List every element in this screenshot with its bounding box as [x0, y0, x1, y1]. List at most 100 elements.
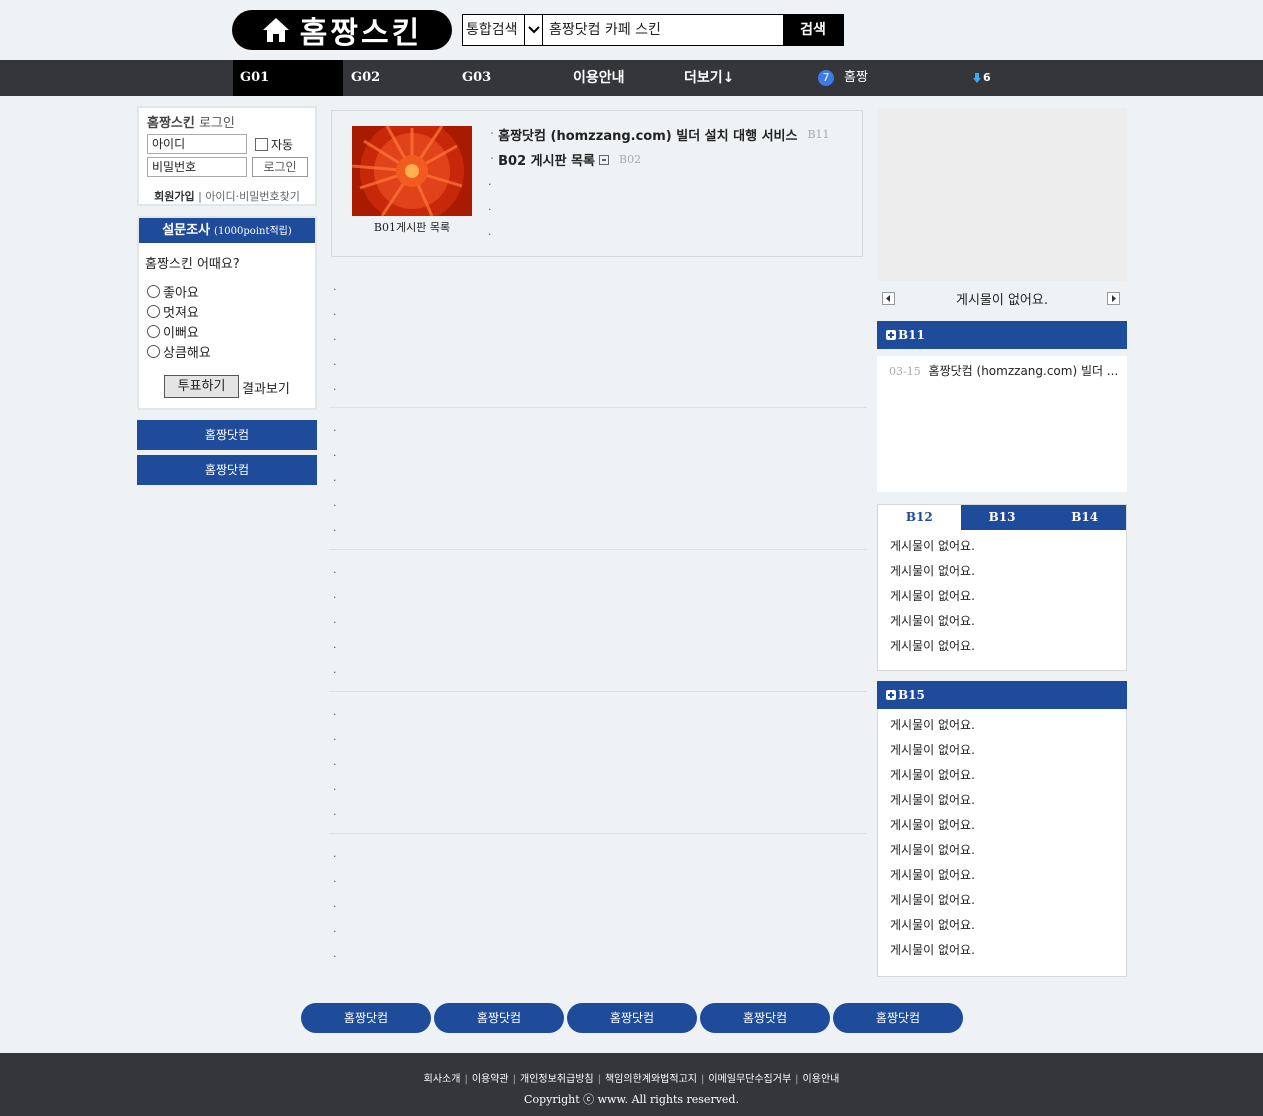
survey-option[interactable]: 이뻐요 [147, 322, 199, 341]
chevron-down-icon [527, 26, 540, 34]
checkbox-icon [255, 138, 268, 151]
site-logo[interactable]: 홈짱스킨 [232, 10, 452, 51]
arrow-down-icon [973, 73, 981, 83]
board-b15-header[interactable]: B15 [877, 681, 1127, 709]
find-account-link[interactable]: 아이디·비밀번호찾기 [205, 190, 300, 203]
nav-home-link[interactable]: 7 홈짱 [818, 60, 868, 96]
footer-link[interactable]: 이용약관 [472, 1074, 509, 1085]
nav-item-g01[interactable]: G01 [233, 60, 343, 96]
bottom-link-button[interactable]: 홈짱닷컴 [833, 1003, 963, 1033]
footer-link[interactable]: 이용안내 [803, 1074, 840, 1085]
radio-icon [147, 345, 160, 358]
bottom-link-button[interactable]: 홈짱닷컴 [301, 1003, 431, 1033]
center-board-block: ..... [329, 268, 867, 408]
post-title: 홈짱닷컴 (homzzang.com) 빌더 ... [928, 364, 1119, 378]
home-link-label: 홈짱 [844, 70, 868, 85]
list-item: 게시물이 없어요. [890, 843, 975, 857]
main-nav: G01 G02 G03 이용안내 더보기↓ 7 홈짱 6 [0, 60, 1263, 96]
image-slider [877, 108, 1127, 281]
id-field[interactable]: 아이디 [147, 134, 247, 154]
tab-b14[interactable]: B14 [1043, 505, 1127, 530]
featured-panel: B01게시판 목록 · 홈짱닷컴 (homzzang.com) 빌더 설치 대행… [331, 110, 863, 257]
empty-list-item: . [333, 330, 337, 343]
footer-link[interactable]: 책임의한계와법적고지 [605, 1074, 697, 1085]
survey-option[interactable]: 좋아요 [147, 282, 199, 301]
flower-thumbnail[interactable] [352, 126, 472, 216]
left-link-button[interactable]: 홈짱닷컴 [137, 420, 317, 450]
board-b15-list: 게시물이 없어요. 게시물이 없어요. 게시물이 없어요. 게시물이 없어요. … [878, 709, 1126, 963]
board-b11-header[interactable]: B11 [877, 321, 1127, 349]
empty-list-item: . [333, 897, 337, 910]
empty-list-item: . [333, 705, 337, 718]
footer-link[interactable]: 이메일무단수집거부 [708, 1074, 791, 1085]
survey-results-link[interactable]: 결과보기 [242, 378, 290, 397]
survey-box: 설문조사 (1000point적립) 홈짱스킨 어때요? 좋아요 멋져요 이뻐요 … [137, 216, 317, 410]
center-board-block: ..... [329, 409, 867, 550]
list-icon [599, 154, 609, 165]
featured-post[interactable]: · 홈짱닷컴 (homzzang.com) 빌더 설치 대행 서비스 B11 [490, 125, 830, 144]
login-button[interactable]: 로그인 [252, 157, 308, 177]
bottom-link-button[interactable]: 홈짱닷컴 [567, 1003, 697, 1033]
board-b11-list: 03-15 홈짱닷컴 (homzzang.com) 빌더 ... [877, 356, 1127, 492]
empty-list-item: . [333, 847, 337, 860]
tab-b12[interactable]: B12 [878, 505, 961, 530]
link-separator: | [198, 190, 202, 203]
login-links: 회원가입 | 아이디·비밀번호찾기 [139, 188, 315, 204]
vote-button[interactable]: 투표하기 [164, 375, 239, 398]
nav-item-more[interactable]: 더보기↓ [684, 60, 734, 96]
featured-post-title: 홈짱닷컴 (homzzang.com) 빌더 설치 대행 서비스 [498, 129, 798, 144]
board-b11-title: B11 [898, 328, 925, 342]
survey-header: 설문조사 (1000point적립) [139, 218, 315, 243]
left-link-button[interactable]: 홈짱닷컴 [137, 455, 317, 485]
nav-item-g02[interactable]: G02 [351, 60, 380, 96]
auto-login-checkbox[interactable]: 자동 [255, 136, 293, 153]
empty-list-item: . [333, 563, 337, 576]
empty-list-item: . [333, 613, 337, 626]
empty-list-item: . [333, 947, 337, 960]
list-item[interactable]: 03-15 홈짱닷컴 (homzzang.com) 빌더 ... [889, 362, 1127, 379]
empty-list-item: . [333, 922, 337, 935]
empty-list-item: . [333, 730, 337, 743]
search-scope-dropdown[interactable] [525, 15, 543, 45]
thumbnail-caption[interactable]: B01게시판 목록 [352, 219, 472, 235]
download-counter[interactable]: 6 [973, 60, 991, 96]
list-item: 게시물이 없어요. [890, 793, 975, 807]
nav-item-g03[interactable]: G03 [462, 60, 491, 96]
footer: 회사소개 | 이용약관 | 개인정보취급방침 | 책임의한계와법적고지 | 이메일무단수집거부 |… [0, 1053, 1263, 1116]
survey-option[interactable]: 멋져요 [147, 302, 199, 321]
nav-item-guide[interactable]: 이용안내 [573, 60, 625, 96]
search-scope-select[interactable]: 통합검색 [463, 15, 525, 45]
list-item: 게시물이 없어요. [890, 589, 975, 603]
search-button[interactable]: 검색 [783, 15, 843, 45]
footer-link[interactable]: 회사소개 [424, 1074, 461, 1085]
empty-list-item: . [333, 380, 337, 393]
join-link[interactable]: 회원가입 [154, 190, 194, 203]
slider-next-button[interactable] [1107, 292, 1120, 305]
post-date: 03-15 [889, 365, 921, 378]
search-bar: 통합검색 홈짱닷컴 카페 스킨 검색 [462, 14, 844, 46]
empty-item: . [488, 225, 492, 238]
empty-list-item: . [333, 755, 337, 768]
home-icon [262, 18, 289, 42]
footer-link[interactable]: 개인정보취급방침 [520, 1074, 594, 1085]
featured-post-title: B02 게시판 목록 [498, 154, 595, 169]
empty-list-item: . [333, 663, 337, 676]
list-item: 게시물이 없어요. [890, 818, 975, 832]
empty-list-item: . [333, 780, 337, 793]
list-item: 게시물이 없어요. [890, 768, 975, 782]
empty-list-item: . [333, 280, 337, 293]
empty-list-item: . [333, 355, 337, 368]
bottom-link-button[interactable]: 홈짱닷컴 [700, 1003, 830, 1033]
empty-list-item: . [333, 588, 337, 601]
triangle-right-icon [1112, 295, 1116, 302]
password-field[interactable]: 비밀번호 [147, 157, 247, 177]
search-input[interactable]: 홈짱닷컴 카페 스킨 [543, 15, 783, 45]
list-item: 게시물이 없어요. [890, 639, 975, 653]
board-b11: B11 03-15 홈짱닷컴 (homzzang.com) 빌더 ... [877, 321, 1127, 492]
list-item: 게시물이 없어요. [890, 868, 975, 882]
featured-post[interactable]: · B02 게시판 목록 B02 [490, 150, 641, 169]
empty-list-item: . [333, 305, 337, 318]
bottom-link-button[interactable]: 홈짱닷컴 [434, 1003, 564, 1033]
survey-option[interactable]: 상큼해요 [147, 342, 211, 361]
tab-b13[interactable]: B13 [960, 505, 1044, 530]
